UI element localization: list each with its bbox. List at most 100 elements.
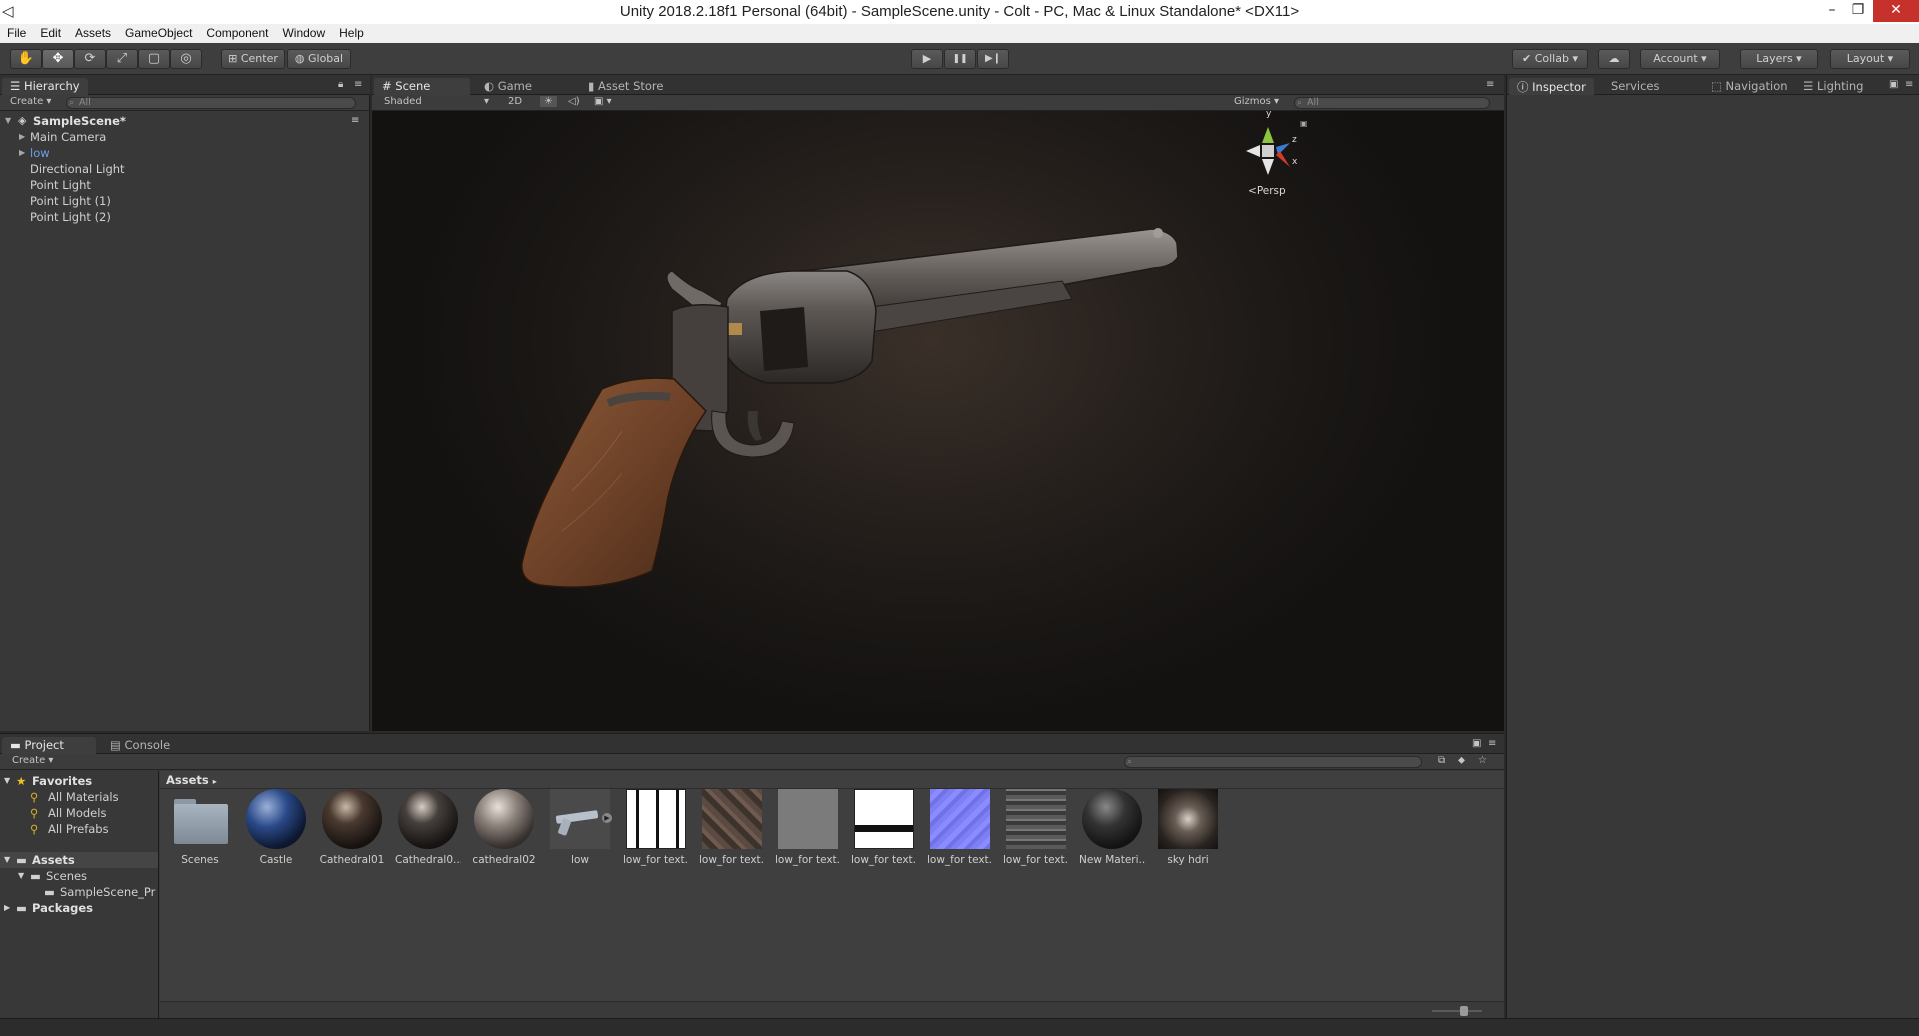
pivot-center-button[interactable]: ⊞ Center — [221, 49, 285, 69]
hierarchy-item[interactable]: Point Light (2) — [0, 209, 369, 225]
projection-label[interactable]: <Persp — [1248, 185, 1286, 197]
panel-menu-icon[interactable]: ≡ — [1905, 79, 1913, 90]
shading-mode-dropdown[interactable]: Shaded ▾ — [384, 96, 494, 107]
lighting-toggle-icon[interactable]: ☀ — [540, 96, 557, 107]
asset-item[interactable]: low_for text... — [775, 789, 841, 866]
filter-label-icon[interactable]: ⬥ — [1458, 755, 1465, 766]
step-button[interactable]: ▶❙ — [977, 49, 1009, 69]
tree-assets[interactable]: ▼ ▬ Assets — [0, 852, 158, 868]
expand-arrow-icon[interactable]: ▶ — [19, 129, 25, 145]
breadcrumb[interactable]: Assets ▸ — [166, 773, 217, 787]
scene-search-input[interactable]: All — [1294, 97, 1490, 109]
expand-arrow-icon[interactable]: ▶ — [19, 145, 25, 161]
collab-dropdown[interactable]: ✔ Collab ▾ — [1512, 49, 1588, 69]
hierarchy-item[interactable]: Directional Light — [0, 161, 369, 177]
cloud-button[interactable]: ☁ — [1598, 49, 1630, 69]
tab-inspector[interactable]: ⓘ Inspector — [1509, 78, 1594, 95]
expand-arrow-icon[interactable]: ▼ — [4, 852, 10, 868]
transform-tool-icon[interactable]: ◎ — [170, 49, 202, 69]
menu-component[interactable]: Component — [199, 24, 275, 40]
asset-item[interactable]: Cathedral01 — [319, 789, 385, 866]
layout-dropdown[interactable]: Layout ▾ — [1830, 49, 1910, 69]
expand-arrow-icon[interactable]: ▼ — [18, 868, 24, 884]
create-dropdown[interactable]: Create ▾ — [10, 96, 51, 107]
tab-hierarchy[interactable]: ☰ Hierarchy — [2, 78, 88, 95]
tab-lighting[interactable]: ☰ Lighting — [1795, 78, 1871, 95]
thumbnail-size-slider[interactable] — [1432, 1010, 1482, 1012]
tab-game[interactable]: ◐ Game — [476, 78, 540, 95]
filter-type-icon[interactable]: ⧉ — [1438, 755, 1445, 766]
tree-scenes-folder[interactable]: ▼ ▬ Scenes — [0, 868, 158, 884]
effects-toggle-icon[interactable]: ▣ ▾ — [594, 96, 612, 107]
asset-item[interactable]: low_for text... — [927, 789, 993, 866]
asset-item[interactable]: sky hdri — [1155, 789, 1221, 866]
hierarchy-item[interactable]: ▶ Main Camera — [0, 129, 369, 145]
asset-item[interactable]: low_for text... — [699, 789, 765, 866]
scene-viewport[interactable]: y z x ▣ <Persp — [372, 111, 1504, 731]
scene-root-row[interactable]: ▼ ◈ SampleScene* ≡ — [0, 113, 369, 129]
toggle-2d-button[interactable]: 2D — [508, 96, 522, 107]
scene-menu-icon[interactable]: ≡ — [351, 113, 359, 129]
global-space-button[interactable]: ◍ Global — [287, 49, 351, 69]
asset-item[interactable]: low_for text... — [1003, 789, 1069, 866]
tab-scene[interactable]: # Scene — [374, 78, 470, 95]
play-button[interactable]: ▶ — [911, 49, 943, 69]
tab-console[interactable]: ▤ Console — [102, 737, 178, 754]
hierarchy-item[interactable]: Point Light — [0, 177, 369, 193]
orientation-gizmo[interactable]: y z x ▣ <Persp — [1224, 111, 1314, 201]
menu-help[interactable]: Help — [332, 24, 371, 40]
lock-icon[interactable]: 🔒︎ — [338, 79, 343, 90]
asset-item[interactable]: Castle — [243, 789, 309, 866]
restore-button[interactable]: ❐ — [1838, 0, 1878, 22]
expand-arrow-icon[interactable]: ▼ — [4, 773, 10, 789]
asset-item[interactable]: cathedral02 — [471, 789, 537, 866]
gizmos-dropdown[interactable]: Gizmos ▾ — [1234, 96, 1279, 107]
panel-menu-icon[interactable]: ≡ — [1488, 738, 1496, 749]
project-search-input[interactable] — [1124, 756, 1422, 768]
menu-file[interactable]: File — [0, 24, 33, 40]
tree-favorite-item[interactable]: ⚲ All Materials — [0, 789, 158, 805]
tab-project[interactable]: ▬ Project — [2, 737, 96, 754]
lock-icon[interactable]: ▣ — [1300, 119, 1308, 128]
panel-menu-icon[interactable]: ≡ — [354, 79, 362, 90]
revolver-model[interactable] — [372, 111, 1504, 731]
tab-asset-store[interactable]: ▮ Asset Store — [580, 78, 671, 95]
tree-scene-file[interactable]: ▬ SampleScene_Pr — [0, 884, 158, 900]
hand-tool-icon[interactable]: ✋ — [10, 49, 42, 69]
pause-button[interactable]: ❚❚ — [944, 49, 976, 69]
account-dropdown[interactable]: Account ▾ — [1640, 49, 1720, 69]
tab-navigation[interactable]: ⬚ Navigation — [1703, 78, 1796, 95]
asset-item[interactable]: Scenes — [167, 789, 233, 866]
menu-assets[interactable]: Assets — [68, 24, 118, 40]
expand-arrow-icon[interactable]: ▶ — [4, 900, 10, 916]
rect-tool-icon[interactable]: ▢ — [138, 49, 170, 69]
tree-favorites[interactable]: ▼ ★ Favorites — [0, 773, 158, 789]
hierarchy-item[interactable]: ▶ low — [0, 145, 369, 161]
asset-item[interactable]: low_for text... — [851, 789, 917, 866]
hierarchy-search-input[interactable]: All — [66, 97, 356, 109]
close-button[interactable]: ✕ — [1873, 0, 1919, 22]
layers-dropdown[interactable]: Layers ▾ — [1740, 49, 1818, 69]
menu-gameobject[interactable]: GameObject — [118, 24, 199, 40]
tree-favorite-item[interactable]: ⚲ All Prefabs — [0, 821, 158, 837]
lock-icon[interactable]: ▣ — [1889, 79, 1898, 90]
asset-item[interactable]: ▶ low — [547, 789, 613, 866]
tree-packages[interactable]: ▶ ▬ Packages — [0, 900, 158, 916]
move-tool-icon[interactable]: ✥ — [42, 49, 74, 69]
scale-tool-icon[interactable]: ⤢ — [106, 49, 138, 69]
asset-item[interactable]: Cathedral0... — [395, 789, 461, 866]
rotate-tool-icon[interactable]: ⟳ — [74, 49, 106, 69]
audio-toggle-icon[interactable]: ◁) — [568, 96, 580, 107]
menu-edit[interactable]: Edit — [33, 24, 68, 40]
lock-icon[interactable]: ▣ — [1472, 738, 1481, 749]
create-dropdown[interactable]: Create ▾ — [12, 755, 53, 766]
menu-window[interactable]: Window — [275, 24, 332, 40]
panel-menu-icon[interactable]: ≡ — [1486, 79, 1494, 90]
expand-arrow-icon[interactable]: ▼ — [5, 113, 11, 129]
favorite-star-icon[interactable]: ☆ — [1478, 755, 1487, 766]
asset-item[interactable]: New Materi... — [1079, 789, 1145, 866]
asset-item[interactable]: low_for text... — [623, 789, 689, 866]
tree-favorite-item[interactable]: ⚲ All Models — [0, 805, 158, 821]
slider-handle[interactable] — [1460, 1006, 1468, 1016]
hierarchy-item[interactable]: Point Light (1) — [0, 193, 369, 209]
